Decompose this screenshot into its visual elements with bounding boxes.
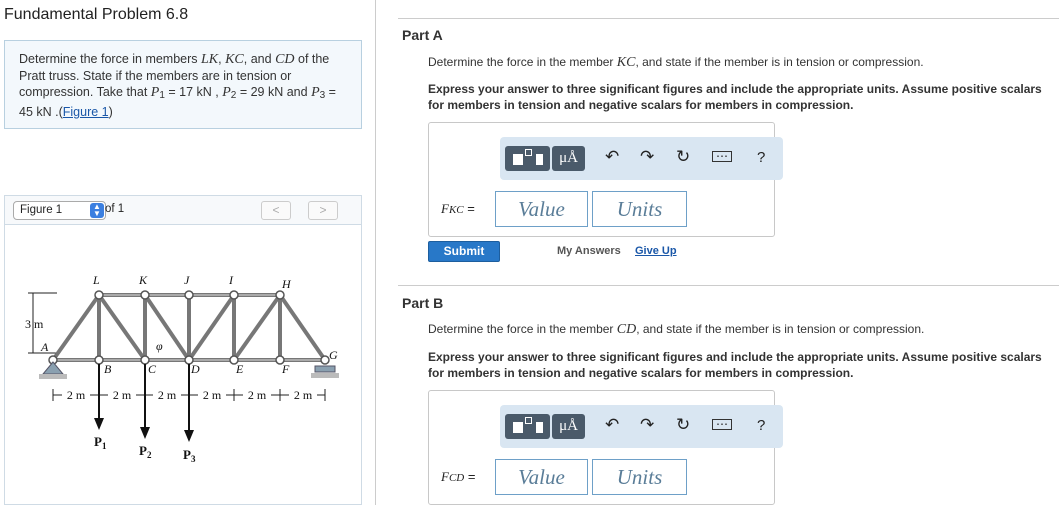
redo-icon[interactable]: ↷ bbox=[640, 415, 654, 435]
support-label: A bbox=[40, 340, 49, 354]
part-b-express-note: Express your answer to three significant… bbox=[428, 350, 1042, 380]
parts-panel: Part A Determine the force in the member… bbox=[376, 0, 1059, 505]
reset-icon[interactable]: ↻ bbox=[676, 147, 690, 167]
keyboard-icon[interactable]: ⋯ bbox=[712, 418, 732, 430]
answer-variable-label: FKC = bbox=[441, 201, 475, 216]
joint-label: L bbox=[92, 273, 100, 287]
span-label: 2 m bbox=[113, 388, 132, 402]
part-a-title: Part A bbox=[402, 27, 443, 43]
support-label: G bbox=[329, 348, 338, 362]
load-label: P2 bbox=[139, 443, 152, 460]
divider bbox=[398, 285, 1059, 286]
figure-navigation: Figure 1 ▲ ▼ of 1 < > bbox=[4, 195, 362, 225]
problem-title: Fundamental Problem 6.8 bbox=[4, 6, 189, 23]
undo-icon[interactable]: ↶ bbox=[605, 415, 619, 435]
problem-statement: Determine the force in members LK, KC, a… bbox=[4, 40, 362, 129]
span-label: 2 m bbox=[67, 388, 86, 402]
load-arrow-icon bbox=[140, 427, 150, 439]
span-label: 2 m bbox=[158, 388, 177, 402]
load-label: P3 bbox=[183, 447, 196, 464]
give-up-link[interactable]: Give Up bbox=[635, 245, 677, 257]
truss-figure: L K J I H B C D E F A G φ 3 m 2 m 2 m 2 … bbox=[25, 273, 339, 464]
units-input[interactable]: Units bbox=[592, 459, 687, 495]
next-figure-button[interactable]: > bbox=[308, 201, 338, 220]
part-a-instruction: Determine the force in the member KC, an… bbox=[428, 55, 924, 70]
height-label: 3 m bbox=[25, 317, 44, 331]
joint-label: H bbox=[281, 277, 292, 291]
span-label: 2 m bbox=[203, 388, 222, 402]
part-b-title: Part B bbox=[402, 295, 444, 311]
redo-icon[interactable]: ↷ bbox=[640, 147, 654, 167]
joint-label: J bbox=[184, 273, 190, 287]
part-a-answer-box: μÅ ↶ ↷ ↻ ⋯ ? FKC = Value Units bbox=[428, 122, 783, 237]
help-icon[interactable]: ? bbox=[757, 417, 765, 434]
load-arrow-icon bbox=[184, 430, 194, 442]
value-input[interactable]: Value bbox=[495, 191, 588, 227]
submit-button[interactable]: Submit bbox=[428, 241, 500, 262]
joint-label: E bbox=[235, 362, 244, 376]
keyboard-icon[interactable]: ⋯ bbox=[712, 150, 732, 162]
reset-icon[interactable]: ↻ bbox=[676, 415, 690, 435]
pin-support-icon bbox=[39, 361, 67, 379]
part-b-answer-box: μÅ ↶ ↷ ↻ ⋯ ? FCD = Value Units bbox=[428, 390, 783, 505]
joint-label: K bbox=[138, 273, 148, 287]
prev-figure-button[interactable]: < bbox=[261, 201, 291, 220]
figure-count: of 1 bbox=[105, 203, 125, 215]
divider bbox=[398, 18, 1059, 19]
angle-label: φ bbox=[156, 339, 163, 353]
help-icon[interactable]: ? bbox=[757, 149, 765, 166]
select-arrows-icon: ▲ ▼ bbox=[90, 203, 104, 218]
joint-label: B bbox=[104, 362, 112, 376]
figure-select[interactable]: Figure 1 ▲ ▼ bbox=[13, 201, 106, 220]
answer-variable-label: FCD = bbox=[441, 469, 476, 484]
part-a-express-note: Express your answer to three significant… bbox=[428, 82, 1042, 112]
value-input[interactable]: Value bbox=[495, 459, 588, 495]
units-icon[interactable]: μÅ bbox=[552, 146, 585, 171]
undo-icon[interactable]: ↶ bbox=[605, 147, 619, 167]
joint-label: I bbox=[228, 273, 234, 287]
span-label: 2 m bbox=[294, 388, 313, 402]
math-toolbar: μÅ ↶ ↷ ↻ ⋯ ? bbox=[500, 405, 783, 448]
figure-area: L K J I H B C D E F A G φ 3 m 2 m 2 m 2 … bbox=[4, 225, 362, 505]
units-icon[interactable]: μÅ bbox=[552, 414, 585, 439]
joint-label: F bbox=[281, 362, 290, 376]
templates-icon[interactable] bbox=[505, 414, 550, 439]
roller-support-icon bbox=[311, 365, 339, 378]
math-toolbar: μÅ ↶ ↷ ↻ ⋯ ? bbox=[500, 137, 783, 180]
span-label: 2 m bbox=[248, 388, 267, 402]
load-arrow-icon bbox=[94, 418, 104, 430]
figure-link[interactable]: Figure 1 bbox=[63, 105, 109, 119]
load-label: P1 bbox=[94, 434, 107, 451]
part-b-instruction: Determine the force in the member CD, an… bbox=[428, 322, 925, 337]
joint-label: D bbox=[190, 362, 200, 376]
joint-label: C bbox=[148, 362, 157, 376]
units-input[interactable]: Units bbox=[592, 191, 687, 227]
problem-panel: Fundamental Problem 6.8 Determine the fo… bbox=[0, 0, 376, 505]
my-answers-link[interactable]: My Answers bbox=[557, 245, 621, 257]
templates-icon[interactable] bbox=[505, 146, 550, 171]
